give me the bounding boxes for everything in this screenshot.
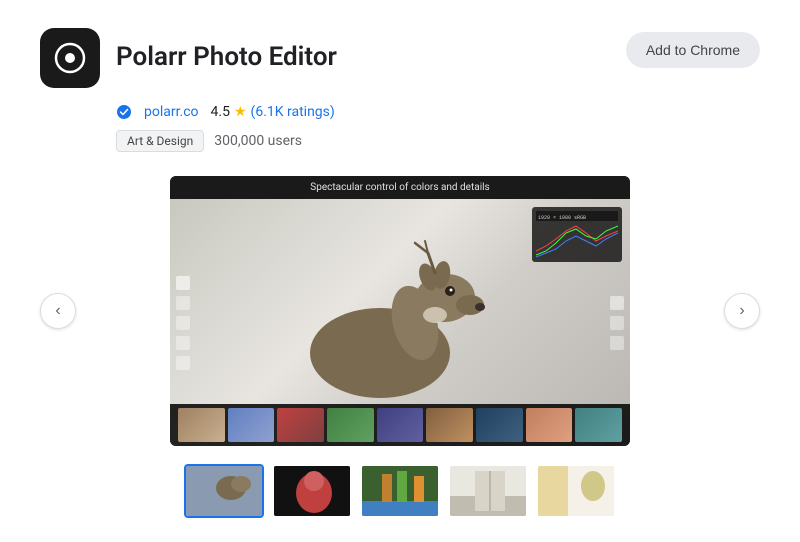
toolbar-icon-5	[176, 356, 190, 370]
toolbar-icon-4	[176, 336, 190, 350]
left-toolbar	[176, 276, 190, 370]
category-tag: Art & Design	[116, 130, 204, 152]
main-screenshot: Spectacular control of colors and detail…	[170, 176, 630, 446]
histogram-overlay: 1920 × 1080 sRGB	[532, 207, 622, 262]
thumbnail-2-image	[274, 466, 350, 516]
thumbnail-row	[40, 464, 760, 518]
rating-star: ★	[234, 104, 247, 120]
nav-right-button[interactable]: ›	[724, 293, 760, 329]
filmstrip-thumb-7	[476, 408, 523, 442]
thumbnail-4[interactable]	[448, 464, 528, 518]
thumbnail-4-image	[450, 466, 526, 516]
add-to-chrome-button[interactable]: Add to Chrome	[626, 32, 760, 68]
thumbnail-1-image	[186, 466, 262, 516]
page-container: Polarr Photo Editor Add to Chrome polarr…	[0, 0, 800, 542]
filmstrip-thumb-5	[377, 408, 424, 442]
screenshot-title-bar: Spectacular control of colors and detail…	[170, 176, 630, 199]
thumbnail-3-image	[362, 466, 438, 516]
app-icon-svg	[52, 40, 88, 76]
thumbnail-3[interactable]	[360, 464, 440, 518]
right-toolbar-icon-2	[610, 316, 624, 330]
app-info: Polarr Photo Editor	[40, 28, 337, 88]
right-toolbar-icon-3	[610, 336, 624, 350]
thumbnail-5-image	[538, 466, 614, 516]
nav-left-button[interactable]: ‹	[40, 293, 76, 329]
histogram-svg: 1920 × 1080 sRGB	[536, 211, 618, 258]
right-toolbar	[610, 296, 624, 350]
right-toolbar-icon-1	[610, 296, 624, 310]
rating-container: 4.5 ★ (6.1K ratings)	[211, 104, 335, 120]
rating-value: 4.5	[211, 104, 230, 120]
thumbnail-2[interactable]	[272, 464, 352, 518]
verified-icon	[116, 104, 132, 120]
toolbar-icon-2	[176, 296, 190, 310]
deer-svg	[250, 233, 550, 413]
meta-row: polarr.co 4.5 ★ (6.1K ratings)	[116, 104, 760, 120]
filmstrip-thumb-3	[277, 408, 324, 442]
thumbnail-5[interactable]	[536, 464, 616, 518]
svg-text:1920 × 1080 sRGB: 1920 × 1080 sRGB	[538, 215, 586, 221]
tags-row: Art & Design 300,000 users	[116, 130, 760, 152]
filmstrip	[170, 404, 630, 446]
filmstrip-thumb-2	[228, 408, 275, 442]
publisher-link[interactable]: polarr.co	[144, 104, 199, 120]
filmstrip-thumb-6	[426, 408, 473, 442]
screenshot-title: Spectacular control of colors and detail…	[310, 182, 489, 193]
filmstrip-thumb-8	[526, 408, 573, 442]
app-title-text: Polarr Photo Editor	[116, 42, 337, 73]
thumbnail-1[interactable]	[184, 464, 264, 518]
app-icon	[40, 28, 100, 88]
toolbar-icon-3	[176, 316, 190, 330]
rating-count-link[interactable]: (6.1K ratings)	[251, 104, 335, 120]
users-count: 300,000 users	[214, 133, 302, 149]
screenshot-section: ‹ Spectacular control of colors and deta…	[40, 176, 760, 446]
filmstrip-thumb-4	[327, 408, 374, 442]
toolbar-icon-1	[176, 276, 190, 290]
filmstrip-thumb-9	[575, 408, 622, 442]
screenshot-content: 1920 × 1080 sRGB	[170, 199, 630, 446]
filmstrip-thumb-1	[178, 408, 225, 442]
app-header: Polarr Photo Editor Add to Chrome	[40, 28, 760, 88]
